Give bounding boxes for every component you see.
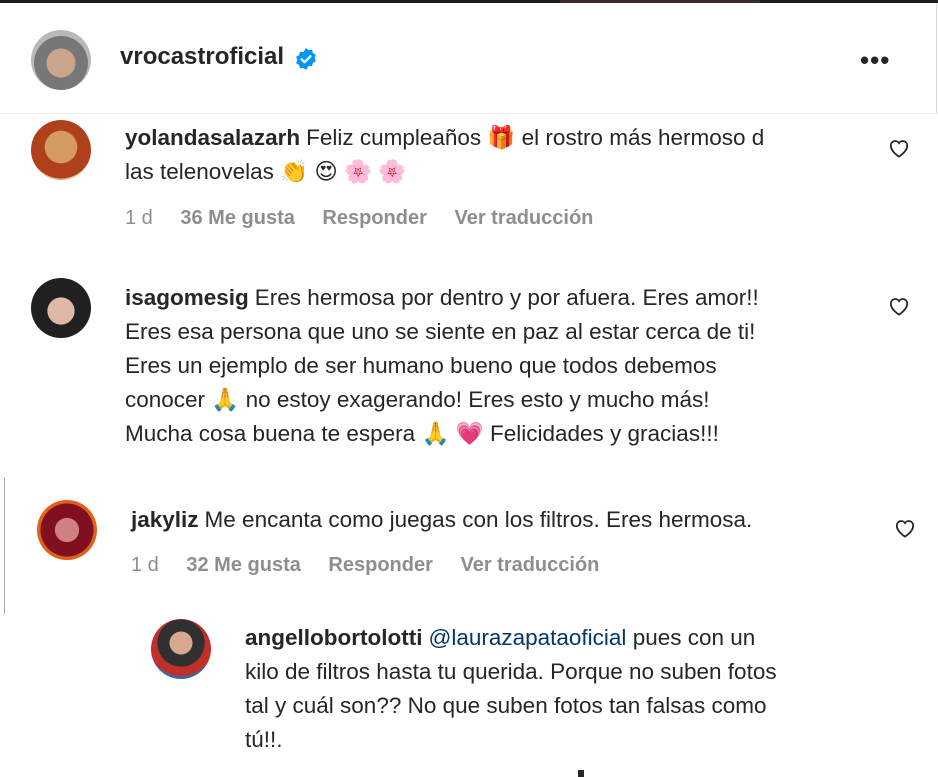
commenter-avatar[interactable]: [151, 619, 211, 679]
commenter-avatar[interactable]: [31, 120, 91, 180]
like-heart-icon[interactable]: [888, 138, 910, 158]
comment-username[interactable]: angellobortolotti: [245, 625, 422, 650]
comment-text-line: Eres esa persona que uno se siente en pa…: [125, 319, 756, 344]
comment-username[interactable]: isagomesig: [125, 285, 249, 310]
comment-mention[interactable]: @laurazapataoficial: [428, 625, 626, 650]
translate-button[interactable]: Ver traducción: [460, 554, 599, 576]
comment-text-line: Eres hermosa por dentro y por afuera. Er…: [254, 285, 759, 310]
bottom-edge-fragment: [578, 770, 584, 777]
translate-button[interactable]: Ver traducción: [454, 207, 593, 229]
comment-username[interactable]: yolandasalazarh: [125, 125, 300, 150]
comment-meta: 1 d 36 Me gusta Responder Ver traducción: [125, 207, 615, 230]
comment-body: jakyliz Me encanta como juegas con los fi…: [131, 503, 752, 537]
comment-text-line: kilo de filtros hasta tu querida. Porque…: [245, 659, 777, 684]
comment-body: isagomesig Eres hermosa por dentro y por …: [125, 281, 759, 451]
commenter-avatar[interactable]: [31, 278, 91, 338]
reply-button[interactable]: Responder: [328, 554, 432, 576]
comment-text-line: Mucha cosa buena te espera 🙏 💗 Felicidad…: [125, 421, 719, 446]
comment-text-line: Eres un ejemplo de ser humano bueno que …: [125, 353, 717, 378]
comment-text-line: pues con un: [632, 625, 756, 650]
comment-username[interactable]: jakyliz: [131, 507, 199, 532]
commenter-avatar[interactable]: [37, 500, 97, 560]
post-header: vrocastroficial •••: [0, 3, 937, 114]
comment-text-line: Me encanta como juegas con los filtros. …: [204, 507, 753, 532]
comment-text-line: Feliz cumpleaños 🎁 el rostro más hermoso…: [306, 125, 765, 150]
comment-text-line: tú!!.: [245, 727, 283, 752]
comment-likes[interactable]: 36 Me gusta: [180, 207, 294, 229]
comment-text-line: las telenovelas 👏 😍 🌸 🌸: [125, 159, 407, 184]
comment-time: 1 d: [131, 554, 159, 576]
author-username[interactable]: vrocastroficial: [120, 43, 284, 71]
comment-body: yolandasalazarh Feliz cumpleaños 🎁 el ros…: [125, 121, 764, 189]
like-heart-icon[interactable]: [888, 296, 910, 316]
reply-button[interactable]: Responder: [322, 207, 426, 229]
reply-thread-line: [4, 477, 5, 614]
comment-body: angellobortolotti @laurazapataoficial pue…: [245, 621, 777, 757]
comment-likes[interactable]: 32 Me gusta: [186, 554, 300, 576]
comment-text-line: conocer 🙏 no estoy exagerando! Eres esto…: [125, 387, 710, 412]
like-heart-icon[interactable]: [894, 518, 916, 538]
comment-meta: 1 d 32 Me gusta Responder Ver traducción: [131, 554, 621, 577]
comment-time: 1 d: [125, 207, 153, 229]
more-options-button[interactable]: •••: [860, 45, 890, 76]
author-avatar[interactable]: [31, 30, 91, 90]
verified-badge-icon: [296, 48, 316, 70]
comment-text-line: tal y cuál son?? No que suben fotos tan …: [245, 693, 767, 718]
